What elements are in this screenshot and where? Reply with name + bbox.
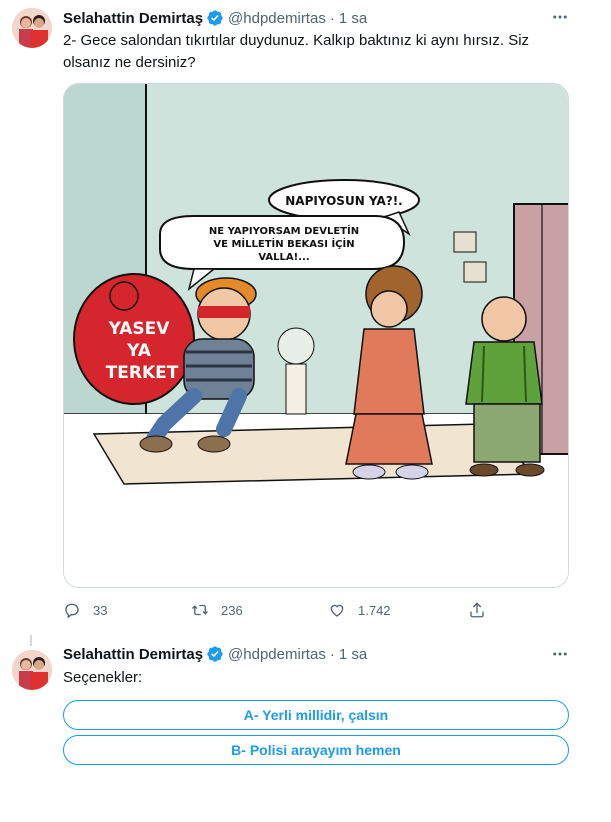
cartoon-illustration: NAPIYOSUN YA?!. NE YAPIYORSAM DEVLETİN V… bbox=[64, 84, 568, 587]
share-button[interactable] bbox=[468, 599, 486, 621]
sack-text-line-2: YA bbox=[126, 341, 152, 361]
tweet-text: 2- Gece salondan tıkırtılar duydunuz. Ka… bbox=[63, 32, 530, 71]
tweet[interactable]: Selahattin Demirtaş @hdpdemirtas · 1 sa … bbox=[0, 0, 611, 635]
tweet-timestamp[interactable]: 1 sa bbox=[339, 646, 367, 663]
thread-connector bbox=[30, 635, 32, 646]
more-icon[interactable] bbox=[549, 8, 571, 26]
tweet-image[interactable]: NAPIYOSUN YA?!. NE YAPIYORSAM DEVLETİN V… bbox=[63, 83, 569, 588]
avatar[interactable] bbox=[12, 8, 52, 48]
author-handle[interactable]: @hdpdemirtas bbox=[228, 10, 326, 27]
sack-text-line-3: TERKET bbox=[106, 363, 179, 383]
reply-button[interactable]: 33 bbox=[63, 599, 107, 621]
avatar[interactable] bbox=[12, 650, 52, 690]
poll-option-a[interactable]: A- Yerli millidir, çalsın bbox=[63, 700, 569, 730]
retweet-count: 236 bbox=[221, 602, 243, 618]
separator-dot: · bbox=[329, 645, 335, 663]
reply-count: 33 bbox=[93, 602, 108, 618]
sack-text-line-1: YASEV bbox=[108, 319, 171, 339]
bubble-thief-line-3: VALLA!... bbox=[258, 252, 309, 263]
author-name[interactable]: Selahattin Demirtaş bbox=[63, 646, 203, 663]
poll-option-b[interactable]: B- Polisi arayayım hemen bbox=[63, 735, 569, 765]
tweet-header: Selahattin Demirtaş @hdpdemirtas · 1 sa bbox=[63, 8, 367, 28]
tweet[interactable]: Selahattin Demirtaş @hdpdemirtas · 1 sa … bbox=[0, 635, 611, 775]
retweet-icon bbox=[192, 604, 208, 616]
share-icon bbox=[470, 602, 484, 618]
like-count: 1.742 bbox=[358, 602, 391, 618]
retweet-button[interactable]: 236 bbox=[191, 599, 243, 621]
bubble-woman-text: NAPIYOSUN YA?!. bbox=[285, 194, 402, 208]
verified-badge-icon bbox=[207, 10, 223, 26]
author-name[interactable]: Selahattin Demirtaş bbox=[63, 10, 203, 27]
tweet-timestamp[interactable]: 1 sa bbox=[339, 10, 367, 27]
more-icon[interactable] bbox=[549, 645, 571, 663]
tweet-actions: 33 236 1.742 bbox=[63, 599, 488, 621]
bubble-thief-line-1: NE YAPIYORSAM DEVLETİN bbox=[209, 223, 359, 237]
reply-icon bbox=[65, 603, 79, 619]
separator-dot: · bbox=[329, 9, 335, 27]
bubble-thief-line-2: VE MİLLETİN BEKASI İÇİN bbox=[213, 236, 354, 250]
like-icon bbox=[330, 604, 344, 617]
verified-badge-icon bbox=[207, 646, 223, 662]
like-button[interactable]: 1.742 bbox=[328, 599, 391, 621]
tweet-header: Selahattin Demirtaş @hdpdemirtas · 1 sa bbox=[63, 644, 367, 664]
author-handle[interactable]: @hdpdemirtas bbox=[228, 646, 326, 663]
tweet-text: Seçenekler: bbox=[63, 669, 143, 686]
